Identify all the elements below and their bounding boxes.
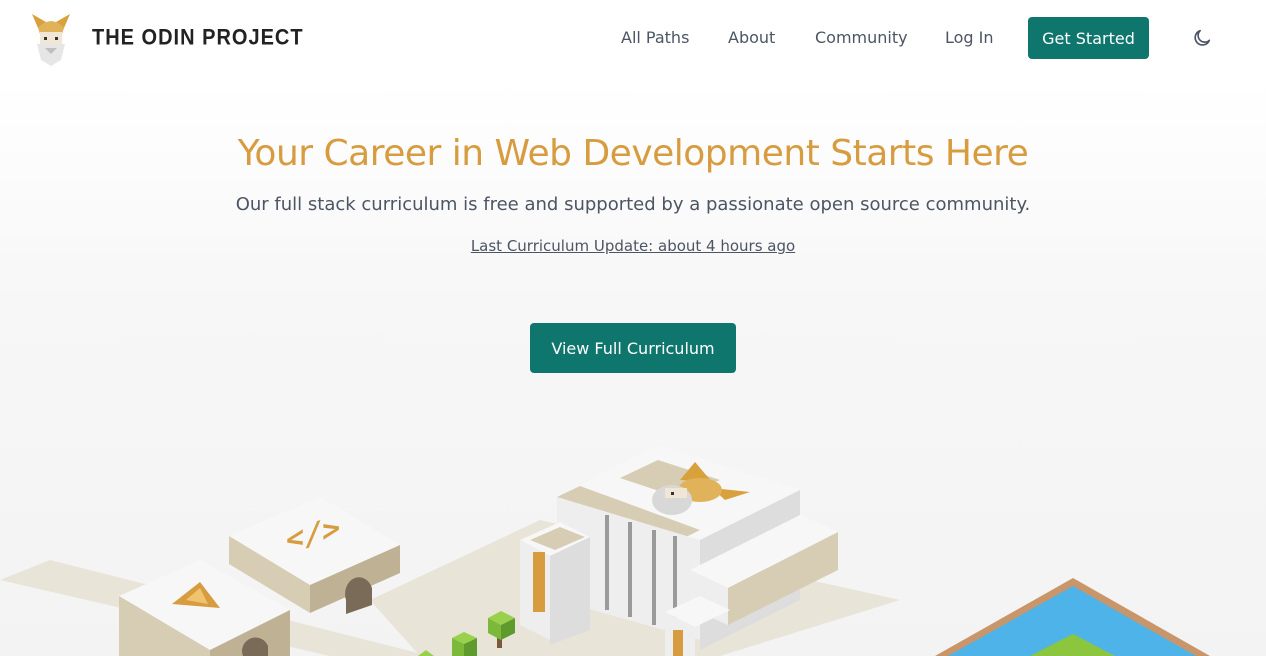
isometric-illustration: </> <box>0 445 1210 656</box>
nav-link-about[interactable]: About <box>728 28 775 47</box>
lake-area <box>935 578 1210 656</box>
hero-title: Your Career in Web Development Starts He… <box>237 133 1029 174</box>
view-curriculum-button[interactable]: View Full Curriculum <box>530 323 736 373</box>
odin-logo-icon <box>32 14 70 66</box>
nav-link-all-paths[interactable]: All Paths <box>621 28 689 47</box>
nav-link-log-in[interactable]: Log In <box>945 28 994 47</box>
hero-subtitle: Our full stack curriculum is free and su… <box>235 194 1031 215</box>
brand-name: THE ODIN PROJECT <box>92 25 304 50</box>
logo-link[interactable]: THE ODIN PROJECT <box>28 8 304 68</box>
navbar: THE ODIN PROJECT All Paths About Communi… <box>0 0 1266 80</box>
nav-link-community[interactable]: Community <box>815 28 908 47</box>
curriculum-update-link[interactable]: Last Curriculum Update: about 4 hours ag… <box>0 237 1266 255</box>
moon-icon[interactable] <box>1191 27 1213 49</box>
get-started-button[interactable]: Get Started <box>1028 17 1149 59</box>
